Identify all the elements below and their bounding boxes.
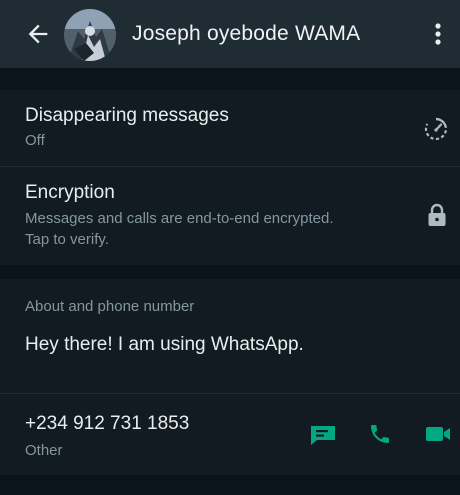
message-button[interactable] xyxy=(309,424,337,446)
timer-icon xyxy=(424,117,448,141)
section-gap xyxy=(0,265,460,279)
phone-number: +234 912 731 1853 xyxy=(25,413,190,434)
encryption-description-line2: Tap to verify. xyxy=(25,231,109,248)
disappearing-messages-title: Disappearing messages xyxy=(25,105,229,126)
disappearing-messages-row[interactable]: Disappearing messages Off xyxy=(0,90,460,166)
more-options-button[interactable] xyxy=(428,20,448,48)
about-panel: About and phone number Hey there! I am u… xyxy=(0,279,460,475)
section-gap xyxy=(0,475,460,495)
disappearing-messages-value: Off xyxy=(25,132,45,149)
video-call-button[interactable] xyxy=(425,425,451,443)
section-gap xyxy=(0,68,460,90)
voice-call-button[interactable] xyxy=(368,422,392,446)
more-vertical-icon xyxy=(435,23,441,45)
encryption-title: Encryption xyxy=(25,182,115,203)
phone-type-label: Other xyxy=(25,442,63,459)
about-section-label: About and phone number xyxy=(25,298,195,315)
message-icon xyxy=(311,426,335,445)
top-app-bar: Joseph oyebode WAMA xyxy=(0,0,460,68)
contact-name[interactable]: Joseph oyebode WAMA xyxy=(132,22,360,46)
arrow-left-icon xyxy=(28,24,48,44)
avatar-image xyxy=(64,9,116,61)
encryption-description-line1: Messages and calls are end-to-end encryp… xyxy=(25,210,334,227)
chat-settings-panel: Disappearing messages Off Encryption Mes… xyxy=(0,90,460,265)
call-icon xyxy=(371,425,389,443)
lock-icon xyxy=(428,203,446,226)
about-status[interactable]: Hey there! I am using WhatsApp. xyxy=(25,334,304,356)
back-button[interactable] xyxy=(24,20,52,48)
phone-row[interactable]: +234 912 731 1853 Other xyxy=(0,394,460,475)
video-call-icon xyxy=(426,427,450,441)
encryption-row[interactable]: Encryption Messages and calls are end-to… xyxy=(0,167,460,265)
contact-avatar[interactable] xyxy=(64,9,116,61)
